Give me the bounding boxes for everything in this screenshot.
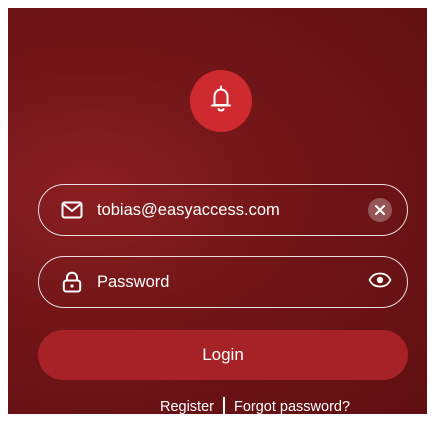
login-button[interactable]: Login xyxy=(38,330,408,380)
login-screen: tobias@easyaccess.com Password Login Reg… xyxy=(8,8,427,414)
show-password-button[interactable] xyxy=(367,269,393,295)
forgot-password-link[interactable]: Forgot password? xyxy=(234,399,350,414)
email-field[interactable]: tobias@easyaccess.com xyxy=(38,184,408,236)
register-link[interactable]: Register xyxy=(160,399,214,414)
bell-icon xyxy=(209,84,233,119)
password-input-placeholder[interactable]: Password xyxy=(97,273,367,292)
password-field[interactable]: Password xyxy=(38,256,408,308)
lock-icon xyxy=(61,271,83,293)
email-input-value[interactable]: tobias@easyaccess.com xyxy=(97,201,367,220)
eye-icon[interactable] xyxy=(368,272,392,293)
clear-icon[interactable] xyxy=(368,198,392,222)
clear-button[interactable] xyxy=(367,197,393,223)
auth-links: Register Forgot password? xyxy=(8,397,427,414)
mail-icon xyxy=(61,199,83,221)
link-divider xyxy=(222,397,225,414)
app-logo xyxy=(190,70,252,132)
